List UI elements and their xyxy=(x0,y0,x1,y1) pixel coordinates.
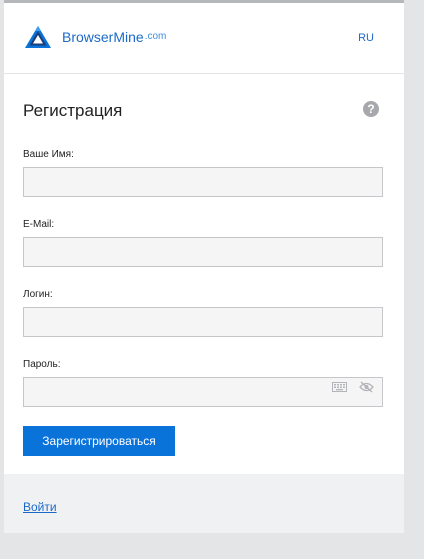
keyboard-icon[interactable] xyxy=(332,382,347,392)
footer: Войти xyxy=(4,474,404,533)
password-field-icons xyxy=(332,381,374,393)
brand-name: BrowserMine.com xyxy=(62,30,166,44)
eye-off-icon[interactable] xyxy=(359,381,374,393)
help-icon[interactable]: ? xyxy=(363,101,379,117)
name-field[interactable] xyxy=(23,167,383,197)
registration-card: BrowserMine.com RU Регистрация ? Ваше Им… xyxy=(4,0,404,533)
brand-name-text: BrowserMine xyxy=(62,29,144,45)
brand-suffix: .com xyxy=(144,31,167,42)
register-button[interactable]: Зарегистрироваться xyxy=(23,426,175,456)
login-label: Логин: xyxy=(23,289,53,300)
email-label: E-Mail: xyxy=(23,219,55,230)
language-switcher[interactable]: RU xyxy=(358,32,374,44)
page-title: Регистрация xyxy=(23,101,123,120)
form-title-row: Регистрация ? xyxy=(23,101,379,123)
login-field[interactable] xyxy=(23,307,383,337)
name-label: Ваше Имя: xyxy=(23,149,74,160)
header: BrowserMine.com RU xyxy=(4,3,404,74)
login-link[interactable]: Войти xyxy=(23,500,57,514)
brand-logo[interactable]: BrowserMine.com xyxy=(24,25,166,49)
email-field[interactable] xyxy=(23,237,383,267)
password-field[interactable] xyxy=(23,377,383,407)
browsermine-logo-icon xyxy=(25,26,51,48)
password-label: Пароль: xyxy=(23,359,61,370)
